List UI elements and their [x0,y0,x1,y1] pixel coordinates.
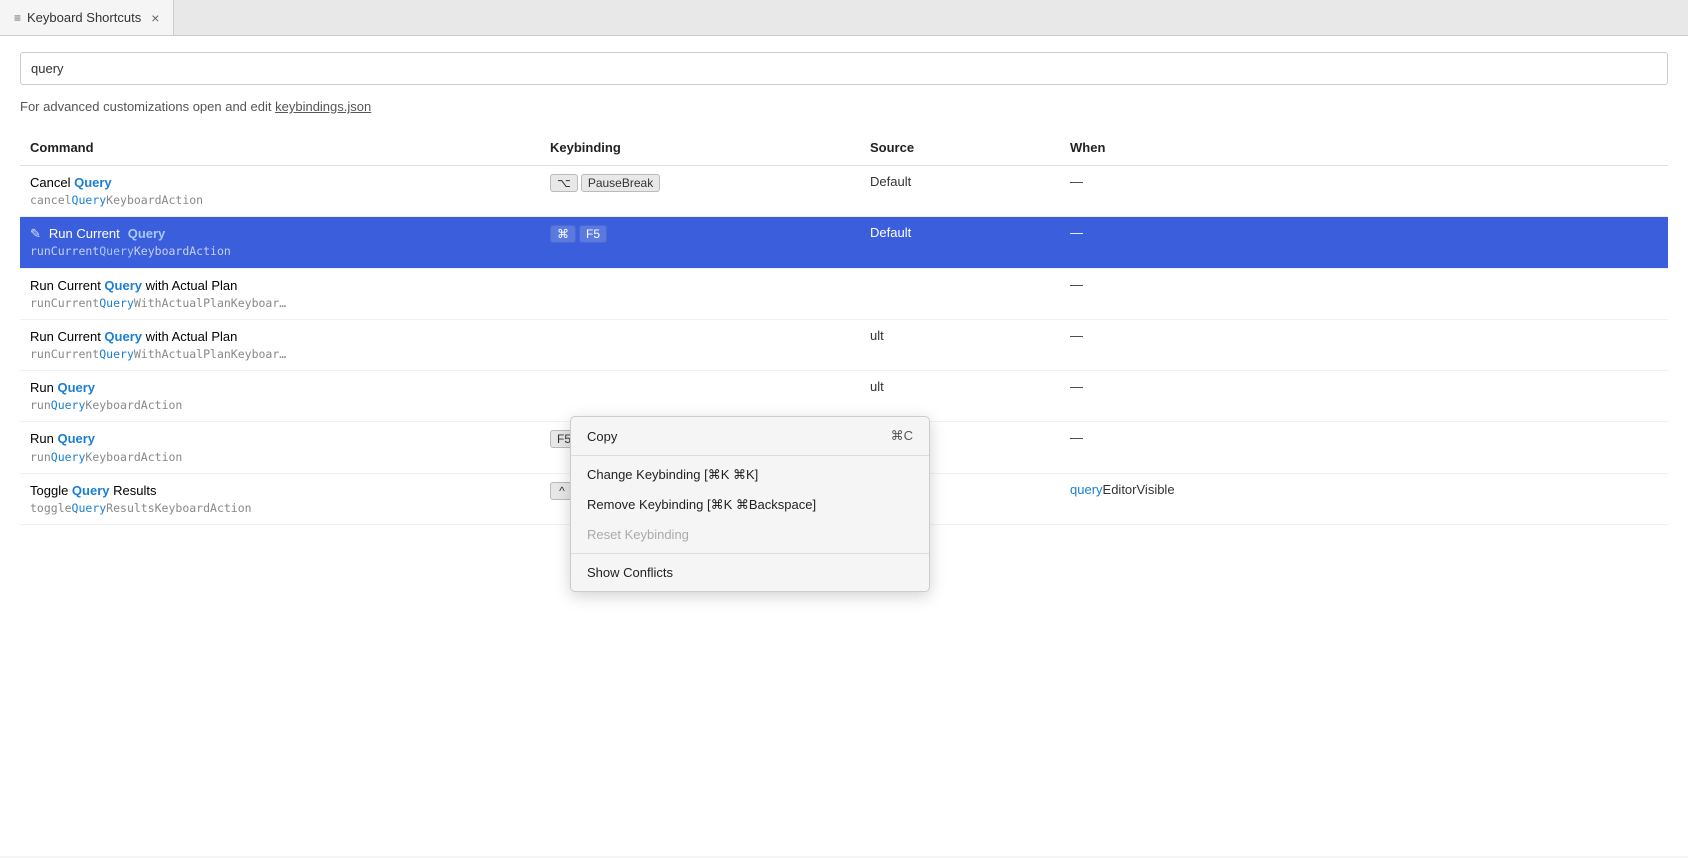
context-menu-reset-keybinding-label: Reset Keybinding [587,527,689,542]
column-when: When [1060,134,1668,166]
source-cell: Default [860,166,1060,217]
context-menu-copy-label: Copy [587,429,617,444]
command-cell: Toggle Query Results toggleQueryResultsK… [20,473,540,524]
context-menu-divider [571,455,929,456]
table-row[interactable]: Run Current Query with Actual Plan runCu… [20,268,1668,319]
context-menu-show-conflicts[interactable]: Show Conflicts [571,558,929,587]
tab-close-button[interactable]: × [151,10,159,26]
keybinding-cell: ⌘ F5 [540,217,860,268]
tab-bar: ≡ Keyboard Shortcuts × [0,0,1688,36]
table-row[interactable]: Run Query runQueryKeyboardAction ult — [20,371,1668,422]
when-cell: — [1060,217,1668,268]
keyboard-shortcuts-tab[interactable]: ≡ Keyboard Shortcuts × [0,0,174,35]
context-menu-remove-keybinding[interactable]: Remove Keybinding [⌘K ⌘Backspace] [571,490,929,520]
helper-text: For advanced customizations open and edi… [20,99,1668,114]
context-menu-reset-keybinding: Reset Keybinding [571,520,929,549]
context-menu: Copy ⌘C Change Keybinding [⌘K ⌘K] Remove… [570,416,930,592]
table-row[interactable]: ✎ Run Current Query runCurrentQueryKeybo… [20,217,1668,268]
key-badge: F5 [579,225,607,243]
context-menu-divider-2 [571,553,929,554]
source-cell: ult [860,319,1060,370]
column-keybinding: Keybinding [540,134,860,166]
command-cell: Cancel Query cancelQueryKeyboardAction [20,166,540,217]
when-cell: — [1060,371,1668,422]
when-cell: — [1060,166,1668,217]
context-menu-copy[interactable]: Copy ⌘C [571,421,929,451]
context-menu-show-conflicts-label: Show Conflicts [587,565,673,580]
context-menu-copy-shortcut: ⌘C [891,428,913,444]
when-cell: — [1060,319,1668,370]
when-cell: — [1060,268,1668,319]
keybindings-json-link[interactable]: keybindings.json [275,99,371,114]
column-command: Command [20,134,540,166]
context-menu-remove-keybinding-label: Remove Keybinding [⌘K ⌘Backspace] [587,497,816,513]
edit-icon: ✎ [30,225,41,243]
main-content: For advanced customizations open and edi… [0,36,1688,856]
keybinding-cell: ⌥ PauseBreak [540,166,860,217]
column-source: Source [860,134,1060,166]
tab-menu-icon: ≡ [14,11,21,25]
command-cell: ✎ Run Current Query runCurrentQueryKeybo… [20,217,540,268]
source-cell: ult [860,371,1060,422]
when-cell: — [1060,422,1668,473]
keybinding-cell [540,371,860,422]
key-badge: PauseBreak [581,174,660,192]
command-cell: Run Query runQueryKeyboardAction [20,422,540,473]
source-cell [860,268,1060,319]
key-badge: ⌘ [550,225,576,243]
when-cell: queryEditorVisible [1060,473,1668,524]
context-menu-change-keybinding-label: Change Keybinding [⌘K ⌘K] [587,467,758,483]
table-row[interactable]: Run Current Query with Actual Plan runCu… [20,319,1668,370]
source-cell: Default [860,217,1060,268]
context-menu-change-keybinding[interactable]: Change Keybinding [⌘K ⌘K] [571,460,929,490]
command-cell: Run Query runQueryKeyboardAction [20,371,540,422]
command-cell: Run Current Query with Actual Plan runCu… [20,319,540,370]
tab-title: Keyboard Shortcuts [27,10,141,25]
key-badge: ⌥ [550,174,578,192]
search-input[interactable] [20,52,1668,85]
table-row[interactable]: Cancel Query cancelQueryKeyboardAction ⌥… [20,166,1668,217]
keybinding-cell [540,319,860,370]
command-cell: Run Current Query with Actual Plan runCu… [20,268,540,319]
keybinding-cell [540,268,860,319]
